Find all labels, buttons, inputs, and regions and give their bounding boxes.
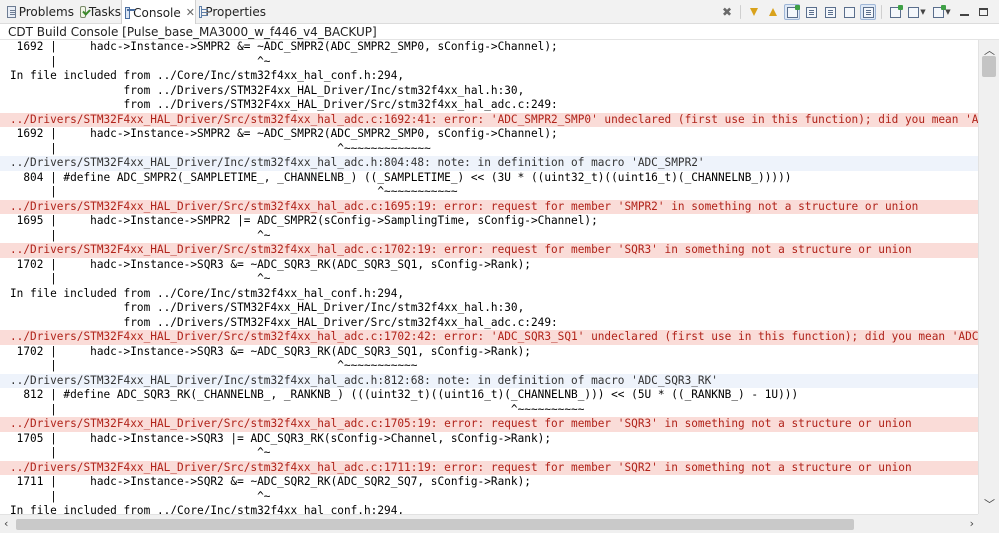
horizontal-scroll-thumb[interactable] [16, 519, 854, 530]
console-line: | ^~ [10, 54, 271, 68]
console-line: 1705 | hadc->Instance->SQR3 |= ADC_SQR3_… [10, 431, 551, 445]
error-line: ../Drivers/STM32F4xx_HAL_Driver/Src/stm3… [0, 243, 978, 258]
open-console-button[interactable] [887, 4, 903, 20]
console-line: 1702 | hadc->Instance->SQR3 &= ~ADC_SQR3… [10, 344, 531, 358]
tab-problems[interactable]: Problems [4, 0, 74, 24]
minimize-icon [959, 14, 969, 16]
scroll-lock-icon [786, 4, 800, 18]
show-on-output-button[interactable] [860, 4, 876, 20]
chevron-down-icon: ▼ [920, 8, 926, 16]
console-icon [125, 6, 136, 19]
view-tab-bar: Problems Tasks Console ✕ Properties ✖ ▼ … [0, 0, 999, 25]
display-console-icon [908, 6, 920, 18]
previous-error-icon [769, 8, 777, 16]
console-line: 1695 | hadc->Instance->SMPR2 |= ADC_SMPR… [10, 214, 598, 227]
copy-build-log-icon [824, 6, 836, 18]
console-line: | ^~~~~~~~~~~~~~ [10, 141, 431, 155]
clear-console-button[interactable]: ✖ [719, 4, 735, 20]
tasks-icon [80, 6, 86, 18]
chevron-down-icon: ▼ [945, 8, 951, 16]
word-wrap-icon [805, 6, 817, 18]
scroll-right-icon[interactable]: › [970, 517, 974, 530]
console-line: In file included from ../Core/Inc/stm32f… [10, 286, 405, 300]
maximize-button[interactable] [975, 4, 991, 20]
tab-properties[interactable]: Properties [196, 0, 266, 24]
word-wrap-button[interactable] [803, 4, 819, 20]
previous-error-button[interactable] [765, 4, 781, 20]
console-title: CDT Build Console [Pulse_base_MA3000_w_f… [0, 24, 999, 40]
toolbar-separator [740, 5, 741, 19]
vertical-scrollbar[interactable]: ︿ ﹀ [978, 40, 999, 514]
show-on-output-icon [862, 6, 874, 18]
console-line: | ^~ [10, 228, 271, 242]
console-line: | ^~ [10, 272, 271, 285]
console-line: | ^~ [10, 446, 271, 459]
note-line: ../Drivers/STM32F4xx_HAL_Driver/Inc/stm3… [0, 156, 978, 171]
console-line: In file included from ../Core/Inc/stm32f… [10, 69, 405, 82]
open-console-icon [889, 4, 903, 18]
error-line: ../Drivers/STM32F4xx_HAL_Driver/Src/stm3… [0, 112, 978, 127]
maximize-icon [978, 8, 988, 16]
minimize-button[interactable] [956, 4, 972, 20]
next-error-icon [750, 8, 758, 16]
console-line: | ^~~~~~~~~~~ [10, 402, 585, 416]
next-error-button[interactable] [746, 4, 762, 20]
clear-console-icon: ✖ [721, 5, 733, 19]
tab-console[interactable]: Console ✕ [121, 0, 196, 25]
tab-problems-label: Problems [18, 5, 74, 19]
error-line: ../Drivers/STM32F4xx_HAL_Driver/Src/stm3… [0, 417, 978, 432]
pin-console-button[interactable] [841, 4, 857, 20]
console-line: 812 | #define ADC_SQR3_RK(_CHANNELNB_, _… [10, 388, 799, 401]
tab-tasks-label: Tasks [88, 5, 121, 19]
properties-icon [199, 6, 210, 18]
console-line: 1692 | hadc->Instance->SMPR2 &= ~ADC_SMP… [10, 127, 558, 140]
scrollbar-corner [978, 514, 999, 533]
close-icon[interactable]: ✕ [186, 6, 195, 19]
console-output[interactable]: 1692 | hadc->Instance->SMPR2 &= ~ADC_SMP… [0, 40, 978, 514]
tab-properties-label: Properties [205, 5, 266, 19]
problems-icon [7, 6, 16, 18]
error-line: ../Drivers/STM32F4xx_HAL_Driver/Src/stm3… [0, 199, 978, 214]
new-console-icon [933, 4, 947, 18]
scroll-lock-button[interactable] [784, 4, 800, 20]
scroll-down-icon[interactable]: ﹀ [984, 496, 995, 512]
pin-console-icon [843, 6, 855, 18]
note-line: ../Drivers/STM32F4xx_HAL_Driver/Inc/stm3… [0, 373, 978, 388]
console-line: | ^~ [10, 489, 271, 503]
console-line: 1692 | hadc->Instance->SMPR2 &= ~ADC_SMP… [10, 40, 558, 53]
console-line: | ^~~~~~~~~~~~ [10, 359, 418, 372]
console-line: 804 | #define ADC_SMPR2(_SAMPLETIME_, _C… [10, 170, 792, 184]
display-console-dropdown[interactable]: ▼ [906, 4, 928, 20]
console-toolbar: ✖ ▼ ▼ [719, 3, 991, 21]
console-line: 1711 | hadc->Instance->SQR2 &= ~ADC_SQR2… [10, 475, 531, 488]
error-line: ../Drivers/STM32F4xx_HAL_Driver/Src/stm3… [0, 460, 978, 475]
console-line: In file included from ../Core/Inc/stm32f… [10, 504, 405, 514]
new-console-dropdown[interactable]: ▼ [931, 4, 953, 20]
console-line: | ^~~~~~~~~~~~ [10, 185, 458, 198]
console-line: from ../Drivers/STM32F4xx_HAL_Driver/Inc… [10, 301, 525, 314]
horizontal-scrollbar[interactable]: ‹ › [0, 514, 978, 533]
console-line: from ../Drivers/STM32F4xx_HAL_Driver/Src… [10, 315, 558, 329]
console-line: from ../Drivers/STM32F4xx_HAL_Driver/Inc… [10, 83, 525, 97]
error-line: ../Drivers/STM32F4xx_HAL_Driver/Src/stm3… [0, 330, 978, 345]
toolbar-separator [881, 5, 882, 19]
tab-tasks[interactable]: Tasks [77, 0, 121, 24]
tab-console-label: Console [133, 5, 181, 20]
vertical-scroll-thumb[interactable] [982, 56, 996, 77]
copy-build-log-button[interactable] [822, 4, 838, 20]
console-line: from ../Drivers/STM32F4xx_HAL_Driver/Src… [10, 98, 558, 111]
scroll-left-icon[interactable]: ‹ [4, 517, 8, 530]
console-line: 1702 | hadc->Instance->SQR3 &= ~ADC_SQR3… [10, 257, 531, 271]
